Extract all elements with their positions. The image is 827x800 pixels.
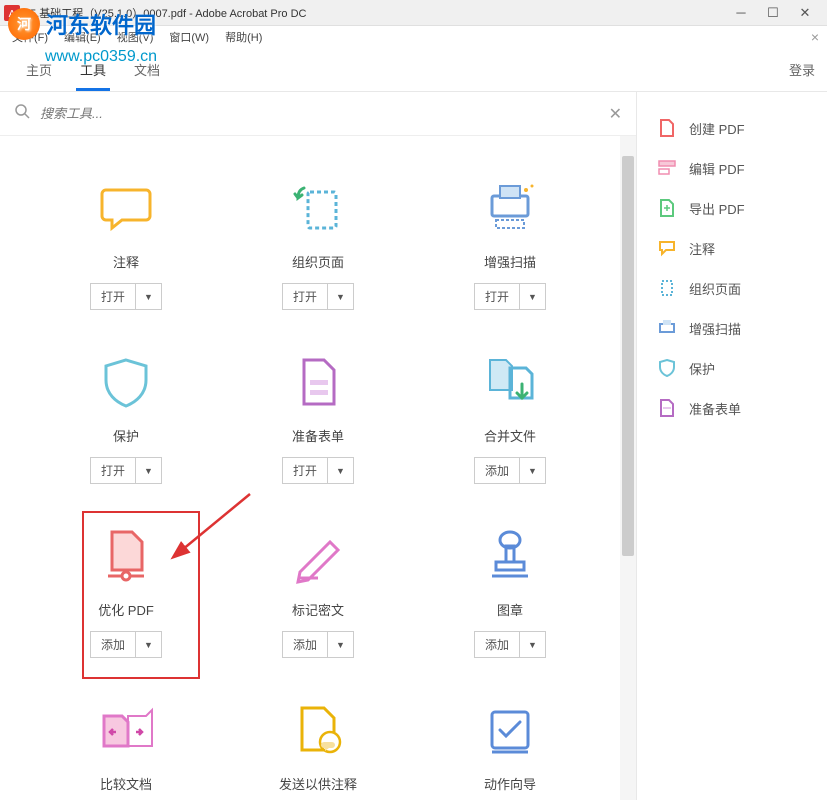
main-panel: ✕ 注释 打开▼ 组织页面 打开▼ <box>0 92 637 800</box>
tool-optimize-pdf[interactable]: 优化 PDF 添加▼ <box>40 524 212 658</box>
export-pdf-icon <box>657 198 677 218</box>
form-icon <box>657 398 677 418</box>
search-icon <box>14 103 30 124</box>
sidebar-item-export-pdf[interactable]: 导出 PDF <box>637 188 827 228</box>
tool-organize-pages[interactable]: 组织页面 打开▼ <box>232 176 404 310</box>
tool-comment[interactable]: 注释 打开▼ <box>40 176 212 310</box>
send-comments-icon <box>286 698 350 762</box>
scrollbar[interactable] <box>620 136 636 800</box>
chevron-down-icon[interactable]: ▼ <box>328 288 353 306</box>
redact-icon <box>286 524 350 588</box>
tool-enhance-scan[interactable]: 增强扫描 打开▼ <box>424 176 596 310</box>
combine-files-icon <box>478 350 542 414</box>
tool-label: 准备表单 <box>292 426 344 445</box>
chevron-down-icon[interactable]: ▼ <box>328 636 353 654</box>
tool-open-button[interactable]: 打开▼ <box>90 283 162 310</box>
comment-icon <box>94 176 158 240</box>
chevron-down-icon[interactable]: ▼ <box>136 462 161 480</box>
close-document-button[interactable]: × <box>811 29 819 45</box>
menu-help[interactable]: 帮助(H) <box>219 27 268 47</box>
compare-icon <box>94 698 158 762</box>
chevron-down-icon[interactable]: ▼ <box>520 462 545 480</box>
enhance-scan-icon <box>478 176 542 240</box>
shield-icon <box>657 358 677 378</box>
search-bar: ✕ <box>0 92 636 136</box>
tool-open-button[interactable]: 打开▼ <box>90 457 162 484</box>
tool-label: 发送以供注释 <box>279 774 357 793</box>
tool-label: 比较文档 <box>100 774 152 793</box>
tool-stamp[interactable]: 图章 添加▼ <box>424 524 596 658</box>
sidebar-item-comment[interactable]: 注释 <box>637 228 827 268</box>
chevron-down-icon[interactable]: ▼ <box>520 288 545 306</box>
sidebar-item-organize[interactable]: 组织页面 <box>637 268 827 308</box>
tool-label: 注释 <box>113 252 139 271</box>
watermark-logo: 河 河东软件园 <box>8 8 156 40</box>
chevron-down-icon[interactable]: ▼ <box>520 636 545 654</box>
login-link[interactable]: 登录 <box>789 60 815 79</box>
tool-label: 标记密文 <box>292 600 344 619</box>
tool-add-button[interactable]: 添加▼ <box>474 457 546 484</box>
sidebar-item-label: 组织页面 <box>689 279 741 298</box>
tool-prepare-form[interactable]: 准备表单 打开▼ <box>232 350 404 484</box>
close-button[interactable]: ✕ <box>795 3 815 23</box>
tool-label: 保护 <box>113 426 139 445</box>
tool-open-button[interactable]: 打开▼ <box>282 457 354 484</box>
organize-pages-icon <box>286 176 350 240</box>
sidebar-item-label: 导出 PDF <box>689 199 745 218</box>
watermark-url: www.pc0359.cn <box>45 48 157 66</box>
clear-search-button[interactable]: ✕ <box>609 104 622 124</box>
sidebar-item-label: 编辑 PDF <box>689 159 745 178</box>
search-input[interactable] <box>40 106 599 121</box>
tool-open-button[interactable]: 打开▼ <box>474 283 546 310</box>
stamp-icon <box>478 524 542 588</box>
menu-window[interactable]: 窗口(W) <box>163 27 215 47</box>
create-pdf-icon <box>657 118 677 138</box>
tool-label: 优化 PDF <box>98 600 154 619</box>
chevron-down-icon[interactable]: ▼ <box>136 636 161 654</box>
comment-icon <box>657 238 677 258</box>
sidebar-item-enhance-scan[interactable]: 增强扫描 <box>637 308 827 348</box>
tool-label: 组织页面 <box>292 252 344 271</box>
chevron-down-icon[interactable]: ▼ <box>328 462 353 480</box>
tool-label: 动作向导 <box>484 774 536 793</box>
sidebar-item-label: 准备表单 <box>689 399 741 418</box>
sidebar-item-label: 创建 PDF <box>689 119 745 138</box>
edit-pdf-icon <box>657 158 677 178</box>
tool-protect[interactable]: 保护 打开▼ <box>40 350 212 484</box>
tool-label: 合并文件 <box>484 426 536 445</box>
sidebar-item-edit-pdf[interactable]: 编辑 PDF <box>637 148 827 188</box>
tool-combine-files[interactable]: 合并文件 添加▼ <box>424 350 596 484</box>
tool-add-button[interactable]: 添加▼ <box>90 631 162 658</box>
sidebar-item-prepare-form[interactable]: 准备表单 <box>637 388 827 428</box>
shield-icon <box>94 350 158 414</box>
scan-icon <box>657 318 677 338</box>
tool-label: 增强扫描 <box>484 252 536 271</box>
tool-action-wizard[interactable]: 动作向导 <box>424 698 596 793</box>
chevron-down-icon[interactable]: ▼ <box>136 288 161 306</box>
scrollbar-thumb[interactable] <box>622 156 634 556</box>
maximize-button[interactable]: ☐ <box>763 3 783 23</box>
tool-compare[interactable]: 比较文档 <box>40 698 212 793</box>
tool-redact[interactable]: 标记密文 添加▼ <box>232 524 404 658</box>
organize-icon <box>657 278 677 298</box>
tool-add-button[interactable]: 添加▼ <box>474 631 546 658</box>
sidebar-item-label: 注释 <box>689 239 715 258</box>
tool-label: 图章 <box>497 600 523 619</box>
action-wizard-icon <box>478 698 542 762</box>
logo-icon: 河 <box>8 8 40 40</box>
sidebar-item-create-pdf[interactable]: 创建 PDF <box>637 108 827 148</box>
right-sidebar: 创建 PDF 编辑 PDF 导出 PDF 注释 组织页面 增强扫描 保护 准备 <box>637 92 827 800</box>
tools-scroll-area[interactable]: 注释 打开▼ 组织页面 打开▼ 增强扫描 打开▼ <box>0 136 636 800</box>
sidebar-item-label: 保护 <box>689 359 715 378</box>
tool-open-button[interactable]: 打开▼ <box>282 283 354 310</box>
tool-add-button[interactable]: 添加▼ <box>282 631 354 658</box>
form-icon <box>286 350 350 414</box>
minimize-button[interactable]: ─ <box>731 3 751 23</box>
sidebar-item-protect[interactable]: 保护 <box>637 348 827 388</box>
optimize-pdf-icon <box>94 524 158 588</box>
tool-send-for-comments[interactable]: 发送以供注释 <box>232 698 404 793</box>
sidebar-item-label: 增强扫描 <box>689 319 741 338</box>
